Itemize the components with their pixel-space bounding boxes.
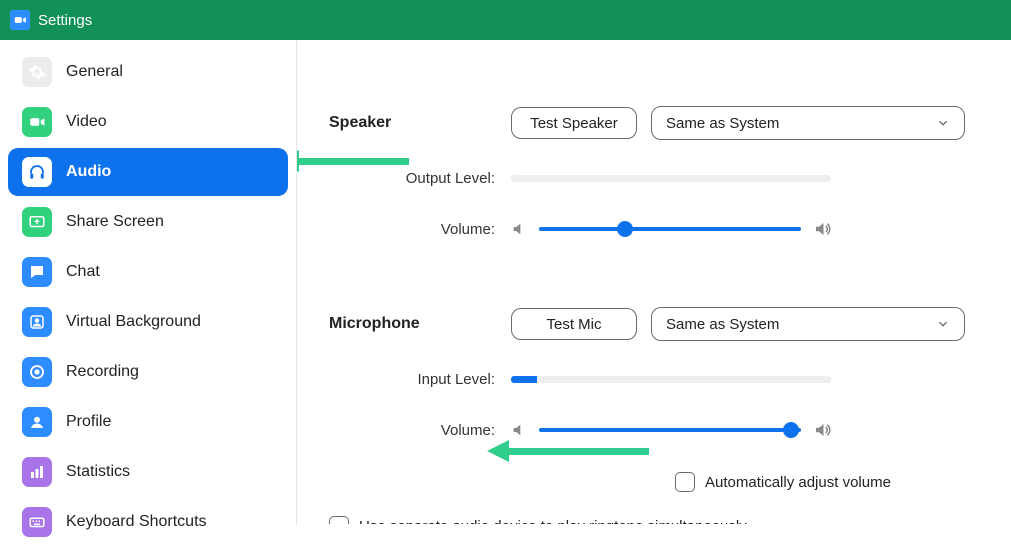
input-level-label: Input Level: [325,371,505,388]
speaker-volume-label: Volume: [325,221,505,238]
sidebar-item-label: Audio [66,163,111,181]
separate-ringtone-checkbox[interactable] [329,516,349,524]
sidebar-item-general[interactable]: General [8,48,288,96]
statistics-icon [22,457,52,487]
volume-high-icon [813,421,831,439]
speaker-device-select[interactable]: Same as System [651,106,965,140]
mic-volume-slider[interactable] [539,418,801,442]
recording-icon [22,357,52,387]
separate-ringtone-label: Use separate audio device to play ringto… [359,518,747,525]
share-screen-icon [22,207,52,237]
gear-icon [22,57,52,87]
chevron-down-icon [936,317,950,331]
virtual-background-icon [22,307,52,337]
window-title: Settings [38,12,92,29]
content-panel: Speaker Test Speaker Same as System Outp… [297,40,1011,524]
sidebar: General Video Audio Share Screen Chat [0,40,297,524]
sidebar-item-label: Chat [66,263,100,281]
sidebar-item-label: Statistics [66,463,130,481]
sidebar-item-share-screen[interactable]: Share Screen [8,198,288,246]
auto-adjust-volume-checkbox[interactable] [675,472,695,492]
sidebar-item-label: Video [66,113,107,131]
sidebar-item-video[interactable]: Video [8,98,288,146]
microphone-section-label: Microphone [325,315,505,333]
sidebar-item-profile[interactable]: Profile [8,398,288,446]
sidebar-item-statistics[interactable]: Statistics [8,448,288,496]
sidebar-item-recording[interactable]: Recording [8,348,288,396]
titlebar: Settings [0,0,1011,40]
test-mic-button[interactable]: Test Mic [511,308,637,340]
microphone-device-select[interactable]: Same as System [651,307,965,341]
speaker-device-value: Same as System [666,115,779,132]
input-level-meter [511,376,831,383]
auto-adjust-volume-label: Automatically adjust volume [705,474,891,491]
volume-high-icon [813,220,831,238]
sidebar-item-audio[interactable]: Audio [8,148,288,196]
sidebar-item-label: Keyboard Shortcuts [66,513,207,531]
volume-low-icon [511,422,527,438]
sidebar-item-label: Recording [66,363,139,381]
app-icon [10,10,30,30]
sidebar-item-chat[interactable]: Chat [8,248,288,296]
profile-icon [22,407,52,437]
sidebar-item-label: Share Screen [66,213,164,231]
sidebar-item-keyboard-shortcuts[interactable]: Keyboard Shortcuts [8,498,288,546]
chevron-down-icon [936,116,950,130]
test-speaker-button[interactable]: Test Speaker [511,107,637,139]
output-level-meter [511,175,831,182]
volume-low-icon [511,221,527,237]
video-icon [22,107,52,137]
output-level-label: Output Level: [325,170,505,187]
sidebar-item-virtual-background[interactable]: Virtual Background [8,298,288,346]
microphone-device-value: Same as System [666,316,779,333]
headphones-icon [22,157,52,187]
speaker-section-label: Speaker [325,114,505,132]
sidebar-item-label: Profile [66,413,111,431]
sidebar-item-label: General [66,63,123,81]
mic-volume-label: Volume: [325,422,505,439]
sidebar-item-label: Virtual Background [66,313,201,331]
chat-icon [22,257,52,287]
speaker-volume-slider[interactable] [539,217,801,241]
keyboard-icon [22,507,52,537]
